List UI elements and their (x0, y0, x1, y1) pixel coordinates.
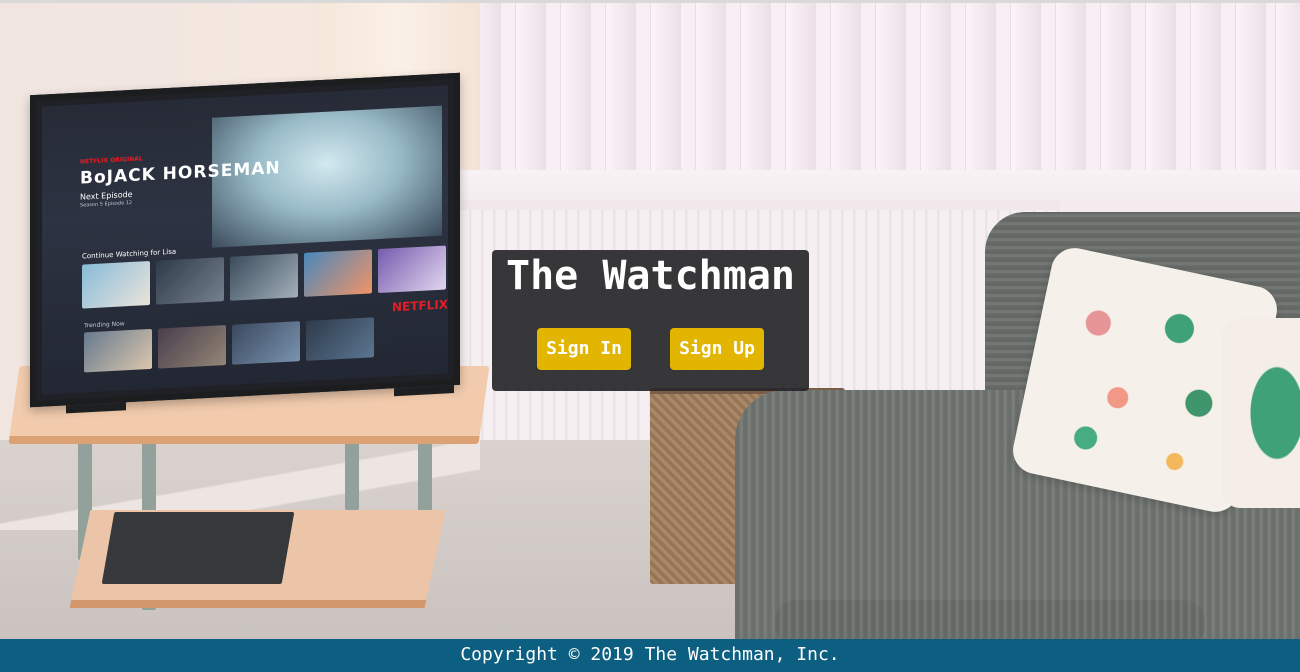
site-title: The Watchman (506, 253, 795, 299)
page-root: NETFLIX ORIGINAL BoJACK HORSEMAN Next Ep… (0, 0, 1300, 672)
footer: Copyright © 2019 The Watchman, Inc. (0, 639, 1300, 672)
welcome-panel: The Watchman Sign In Sign Up (492, 250, 809, 391)
sign-up-button[interactable]: Sign Up (670, 328, 764, 370)
copyright-text: Copyright © 2019 The Watchman, Inc. (460, 644, 840, 665)
top-border (0, 0, 1300, 3)
sign-in-button[interactable]: Sign In (537, 328, 631, 370)
